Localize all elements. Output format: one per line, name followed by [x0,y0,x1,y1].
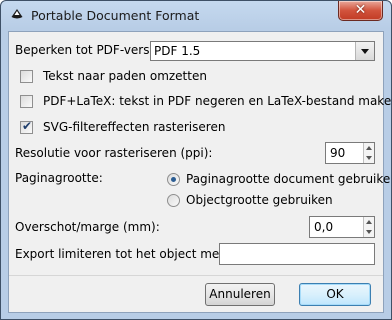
cancel-button[interactable]: Annuleren [205,283,275,306]
divider [9,275,383,276]
page-size-document-radio[interactable] [167,173,180,186]
inkscape-icon [11,9,23,19]
resolution-spinbox[interactable]: 90 [325,142,375,164]
increment-icon[interactable] [364,217,374,227]
chevron-down-icon[interactable] [355,42,374,60]
ok-button[interactable]: OK [299,283,371,306]
increment-icon[interactable] [364,143,374,153]
page-size-object-radio[interactable] [167,194,180,207]
window-title: Portable Document Format [31,8,200,23]
page-size-object-label: Objectgrootte gebruiken [186,193,333,207]
margin-value: 0,0 [314,220,334,234]
decrement-icon[interactable] [364,227,374,237]
page-size-label: Paginagrootte: [15,171,103,185]
resolution-stepper [363,143,374,163]
export-id-input[interactable] [219,243,375,265]
close-icon: ✕ [354,2,367,18]
dialog-window: Portable Document Format ✕ Beperken tot … [0,0,392,320]
pdf-version-value: PDF 1.5 [154,44,201,58]
text-to-paths-label: Tekst naar paden omzetten [43,69,207,83]
page-size-document-label: Paginagrootte document gebruiken [186,172,392,186]
margin-label: Overschot/marge (mm): [15,220,160,234]
margin-stepper [363,217,374,237]
pdf-latex-label: PDF+LaTeX: tekst in PDF negeren en LaTeX… [43,94,392,108]
margin-spinbox[interactable]: 0,0 [309,216,375,238]
decrement-icon[interactable] [364,153,374,163]
pdf-latex-checkbox[interactable] [20,95,33,108]
rasterize-filters-checkbox[interactable] [20,119,33,134]
resolution-value: 90 [330,146,346,160]
pdf-version-select[interactable]: PDF 1.5 [150,41,375,61]
rasterize-filters-label: SVG-filtereffecten rasteriseren [43,120,226,134]
pdf-version-label: Beperken tot PDF-versie: [15,43,165,57]
close-button[interactable]: ✕ [338,1,383,21]
resolution-label: Resolutie voor rasteriseren (ppi): [15,146,213,160]
title-bar[interactable]: Portable Document Format ✕ [1,1,391,31]
export-id-label: Export limiteren tot het object met ID: [15,247,245,261]
dialog-body: Beperken tot PDF-versie: PDF 1.5 Tekst n… [8,31,391,313]
text-to-paths-checkbox[interactable] [20,70,33,83]
